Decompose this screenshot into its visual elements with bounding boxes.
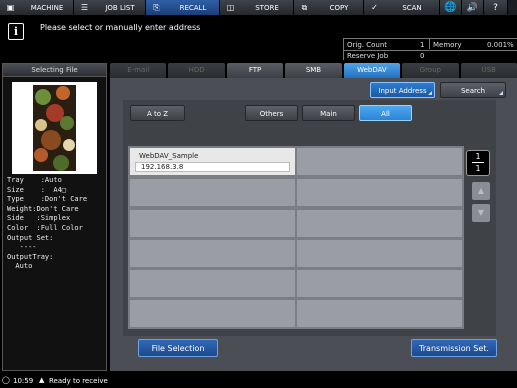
address-slot-empty	[130, 240, 295, 267]
status-divider	[429, 39, 430, 49]
prop-size: Size : A4□	[7, 185, 67, 194]
recall-icon: ⎘	[153, 2, 160, 12]
tab-hdd: HDD	[168, 63, 225, 78]
tab-webdav[interactable]: WebDAV	[343, 63, 401, 78]
nav-job-list-button[interactable]: ☰ JOB LIST	[74, 0, 146, 15]
help-icon: ?	[493, 2, 498, 13]
prop-weight: Weight:Don't Care	[7, 204, 79, 213]
a-to-z-button[interactable]: A to Z	[130, 105, 185, 121]
selecting-file-title: Selecting File	[3, 64, 106, 77]
nav-machine-label: MACHINE	[30, 3, 64, 12]
address-entry[interactable]: WebDAV_Sample 192.168.3.8	[130, 148, 295, 175]
filter-others-button[interactable]: Others	[245, 105, 298, 121]
prop-output-tray-value: Auto	[7, 262, 33, 271]
help-button[interactable]: ?	[484, 0, 508, 15]
corner-indicator-icon	[428, 91, 432, 95]
scroll-up-button[interactable]: ▲	[472, 182, 490, 200]
tab-usb: USB	[460, 63, 517, 78]
instruction-message: Please select or manually enter address	[40, 23, 201, 32]
nav-scan-label: SCAN	[402, 3, 422, 12]
orig-count-value: 1	[420, 41, 425, 49]
scan-icon: ✓	[371, 3, 378, 12]
corner-indicator-icon	[499, 91, 503, 95]
nav-job-list-label: JOB LIST	[105, 3, 135, 12]
scroll-down-button[interactable]: ▼	[472, 204, 490, 222]
destination-tabs: E-mail HDD FTP SMB WebDAV Group USB	[110, 63, 517, 78]
reserve-job-label: Reserve Job	[347, 52, 389, 60]
tab-group: Group	[402, 63, 459, 78]
search-label: Search	[460, 87, 486, 95]
store-icon: ◫	[226, 3, 235, 12]
nav-copy-button[interactable]: ⧉ COPY	[294, 0, 364, 15]
status-panel: Orig. Count 1 Memory 0.001% Reserve Job …	[343, 38, 517, 60]
footer-time: 10:59	[13, 377, 34, 385]
job-list-icon: ☰	[80, 3, 89, 12]
thumbnail-image	[33, 85, 76, 171]
prop-output-set-value: ----	[7, 243, 37, 252]
file-selection-button[interactable]: File Selection	[138, 339, 218, 357]
globe-icon: 🌐	[444, 2, 457, 13]
top-navigation: ▣ MACHINE ☰ JOB LIST ⎘ RECALL ◫ STORE ⧉ …	[0, 0, 517, 15]
nav-store-button[interactable]: ◫ STORE	[220, 0, 294, 15]
globe-button[interactable]: 🌐	[440, 0, 462, 15]
orig-count-label: Orig. Count	[347, 41, 388, 49]
address-slot-empty	[297, 270, 462, 297]
address-slot-empty	[130, 270, 295, 297]
input-address-label: Input Address	[378, 87, 427, 95]
search-button[interactable]: Search	[440, 82, 506, 98]
volume-button[interactable]: 🔊	[462, 0, 484, 15]
nav-copy-label: COPY	[329, 3, 349, 12]
address-slot-empty	[297, 300, 462, 327]
status-row-2: Reserve Job 0	[344, 50, 517, 60]
memory-label: Memory	[433, 41, 462, 49]
reserve-job-value: 0	[420, 52, 425, 60]
status-row-1: Orig. Count 1 Memory 0.001%	[344, 40, 517, 50]
tab-smb[interactable]: SMB	[285, 63, 342, 78]
address-slot-empty	[297, 148, 462, 175]
prop-type: Type :Don't Care	[7, 195, 88, 204]
copy-icon: ⧉	[301, 2, 308, 12]
prop-side: Side :Simplex	[7, 214, 71, 223]
nav-store-label: STORE	[255, 3, 279, 12]
nav-scan-button[interactable]: ✓ SCAN	[364, 0, 440, 15]
input-address-button[interactable]: Input Address	[370, 82, 435, 98]
filter-main-button[interactable]: Main	[302, 105, 355, 121]
page-current: 1	[475, 152, 481, 161]
transmission-set-button[interactable]: Transmission Set.	[411, 339, 497, 357]
filter-all-button[interactable]: All	[359, 105, 412, 121]
address-entry-address: 192.168.3.8	[135, 162, 290, 172]
nav-machine-button[interactable]: ▣ MACHINE	[0, 0, 74, 15]
triangle-down-icon: ▼	[477, 208, 485, 217]
address-slot-empty	[297, 179, 462, 206]
tab-ftp[interactable]: FTP	[226, 63, 284, 78]
speaker-icon: 🔊	[466, 2, 479, 13]
triangle-up-icon: ▲	[477, 186, 485, 195]
address-slot-empty	[130, 210, 295, 237]
file-properties: Tray :Auto Size : A4□ Type :Don't Care W…	[7, 176, 87, 272]
address-slot-empty	[297, 210, 462, 237]
prop-output-tray: OutputTray:	[7, 252, 54, 261]
document-thumbnail	[33, 85, 76, 171]
info-icon: i	[8, 23, 24, 40]
footer-status: Ready to receive	[49, 377, 108, 385]
prop-tray: Tray :Auto	[7, 176, 62, 184]
tab-email: E-mail	[110, 63, 167, 78]
nav-recall-label: RECALL	[179, 3, 207, 12]
address-slot-empty	[130, 300, 295, 327]
page-total: 1	[475, 164, 481, 173]
status-footer: ◯ 10:59 ▲ Ready to receive	[0, 374, 517, 388]
prop-output-set: Output Set:	[7, 233, 54, 242]
memory-value: 0.001%	[487, 41, 514, 49]
receive-status-icon: ▲	[39, 376, 45, 384]
nav-recall-button[interactable]: ⎘ RECALL	[146, 0, 220, 15]
address-slot-empty	[130, 179, 295, 206]
clock-icon: ◯	[2, 376, 10, 384]
address-entry-name: WebDAV_Sample	[139, 152, 199, 160]
prop-color: Color :Full Color	[7, 223, 83, 232]
machine-icon: ▣	[6, 3, 15, 12]
page-indicator: 1 1	[466, 150, 490, 176]
address-slot-empty	[297, 240, 462, 267]
